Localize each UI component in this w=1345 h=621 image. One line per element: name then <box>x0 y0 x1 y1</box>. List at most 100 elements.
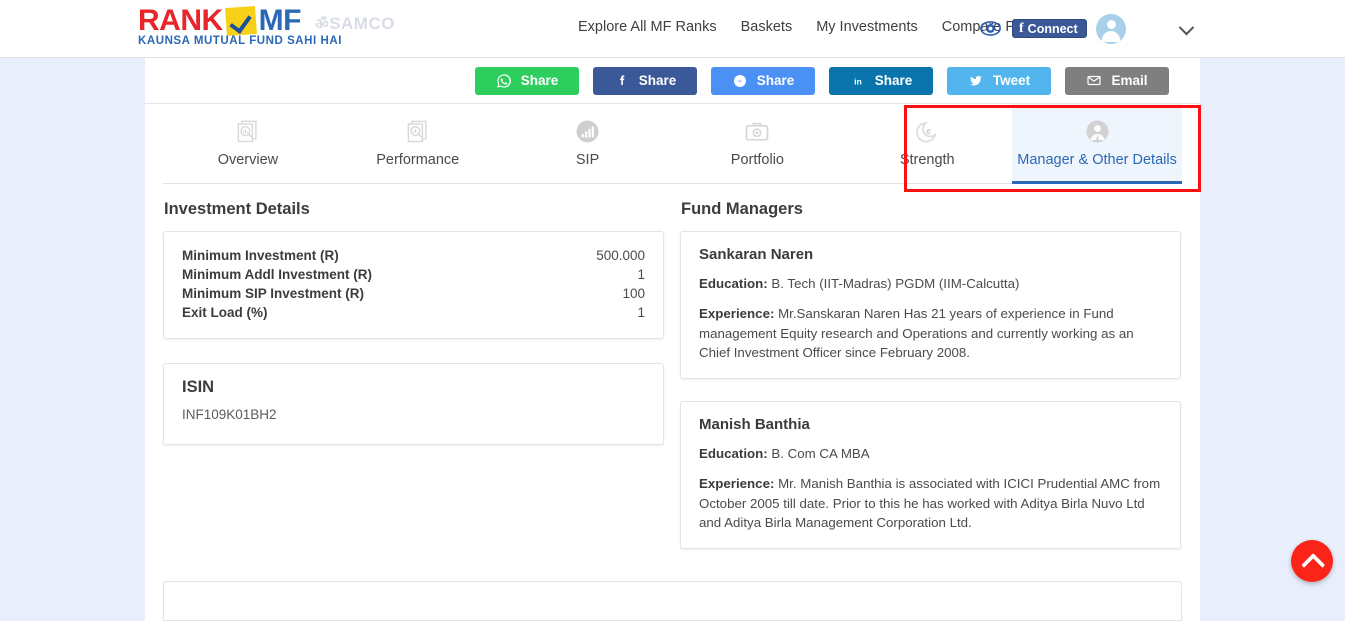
fund-manager-education: Education: B. Com CA MBA <box>699 444 1162 463</box>
experience-label: Experience: <box>699 306 775 322</box>
investment-details-title: Investment Details <box>164 200 310 218</box>
education-value: B. Com CA MBA <box>767 446 870 462</box>
avatar-head-shape <box>1106 20 1116 29</box>
education-value: B. Tech (IIT-Madras) PGDM (IIM-Calcutta) <box>767 276 1020 291</box>
investment-row-minimum-sip-investment: Minimum SIP Investment (R) 100 <box>182 284 645 303</box>
share-button-twitter-label: Tweet <box>992 73 1031 88</box>
tab-portfolio[interactable]: Portfolio <box>672 104 842 183</box>
logo-lockup: RANK MF KAUNSA MUTUAL FUND SAHI HAI <box>138 4 341 47</box>
share-button-messenger[interactable]: Share <box>711 66 815 95</box>
facebook-f-icon: f <box>1019 20 1024 36</box>
fund-managers-column: Fund Managers Sankaran Naren Education: … <box>680 200 1181 571</box>
samco-partner-logo: ॐSAMCO <box>315 14 395 34</box>
document-search-icon <box>231 116 265 146</box>
investment-row-key: Minimum Addl Investment (R) <box>182 267 373 282</box>
tab-manager-and-other-details-label: Manager & Other Details <box>1017 152 1177 168</box>
share-button-facebook[interactable]: Share <box>593 66 697 95</box>
isin-value: INF109K01BH2 <box>182 407 277 422</box>
document-search-icon <box>401 116 435 146</box>
facebook-connect-button[interactable]: f Connect <box>1012 19 1087 38</box>
om-glyph-icon: ॐ <box>315 16 330 33</box>
site-logo[interactable]: RANK MF KAUNSA MUTUAL FUND SAHI HAI ॐSAM… <box>138 4 395 47</box>
logo-tagline: KAUNSA MUTUAL FUND SAHI HAI <box>138 35 342 47</box>
nav-item-baskets[interactable]: Baskets <box>741 19 793 35</box>
bar-chart-circle-icon <box>571 116 605 146</box>
fund-manager-experience: Experience: Mr. Manish Banthia is associ… <box>699 474 1162 532</box>
logo-rank-text: RANK <box>138 4 223 37</box>
investment-row-exit-load: Exit Load (%) 1 <box>182 303 645 322</box>
eye-icon[interactable] <box>980 18 1001 39</box>
tab-strength-label: Strength <box>899 152 955 168</box>
tab-performance[interactable]: Performance <box>333 104 503 183</box>
moon-muscle-icon <box>910 116 944 146</box>
investment-row-value: 1 <box>637 267 645 282</box>
investment-row-value: 100 <box>622 286 645 301</box>
fund-manager-card: Manish Banthia Education: B. Com CA MBA … <box>680 401 1181 550</box>
fund-detail-tabs: Overview Performance SIP Portfolio Stren… <box>163 104 1201 192</box>
main-content-container: Share Share Share in Share Tweet Email O… <box>145 58 1201 621</box>
investment-row-minimum-addl-investment: Minimum Addl Investment (R) 1 <box>182 265 645 284</box>
fund-manager-name: Sankaran Naren <box>699 246 814 263</box>
tab-overview-label: Overview <box>217 152 279 168</box>
education-label: Education: <box>699 276 768 291</box>
education-label: Education: <box>699 446 768 462</box>
top-navigation-bar: RANK MF KAUNSA MUTUAL FUND SAHI HAI ॐSAM… <box>0 0 1345 58</box>
facebook-connect-label: Connect <box>1027 21 1078 36</box>
fund-manager-experience: Experience: Mr.Sanskaran Naren Has 21 ye… <box>699 304 1162 362</box>
share-button-twitter[interactable]: Tweet <box>947 66 1051 95</box>
main-nav-links: Explore All MF Ranks Baskets My Investme… <box>578 19 1046 35</box>
tab-manager-and-other-details[interactable]: Manager & Other Details <box>1012 104 1182 184</box>
tab-sip-label: SIP <box>575 152 600 168</box>
linkedin-in-icon: in <box>850 73 866 89</box>
investment-row-value: 1 <box>637 305 645 320</box>
share-button-email-label: Email <box>1111 73 1148 88</box>
details-body: Investment Details Minimum Investment (R… <box>145 184 1200 571</box>
share-button-linkedin-label: Share <box>874 73 913 88</box>
svg-text:in: in <box>854 76 862 86</box>
share-button-whatsapp[interactable]: Share <box>475 66 579 95</box>
share-button-linkedin[interactable]: in Share <box>829 66 933 95</box>
whatsapp-icon <box>496 73 512 89</box>
tab-sip[interactable]: SIP <box>503 104 673 183</box>
investment-details-column: Investment Details Minimum Investment (R… <box>163 200 664 571</box>
manager-avatar-icon <box>1080 116 1114 146</box>
nav-item-my-investments[interactable]: My Investments <box>816 19 918 35</box>
envelope-icon <box>1086 72 1102 89</box>
investment-row-value: 500.000 <box>596 248 645 263</box>
investment-row-key: Exit Load (%) <box>182 305 268 320</box>
investment-row-key: Minimum Investment (R) <box>182 248 339 263</box>
isin-title: ISIN <box>182 378 215 396</box>
checkmark-icon <box>224 5 257 37</box>
nav-item-explore-all-mf-ranks[interactable]: Explore All MF Ranks <box>578 19 717 35</box>
twitter-bird-icon <box>968 73 984 89</box>
user-avatar-icon[interactable] <box>1096 14 1126 44</box>
investment-row-minimum-investment: Minimum Investment (R) 500.000 <box>182 246 645 265</box>
social-share-bar: Share Share Share in Share Tweet Email <box>145 58 1200 104</box>
tab-performance-label: Performance <box>376 152 460 168</box>
isin-panel: ISIN INF109K01BH2 <box>163 363 664 445</box>
avatar-body-shape <box>1102 31 1120 42</box>
next-section-card-partial <box>163 581 1182 621</box>
investment-row-key: Minimum SIP Investment (R) <box>182 286 365 301</box>
tab-overview[interactable]: Overview <box>163 104 333 183</box>
facebook-f-icon <box>614 73 630 89</box>
investment-details-panel: Minimum Investment (R) 500.000 Minimum A… <box>163 231 664 339</box>
fund-managers-title: Fund Managers <box>681 200 803 218</box>
share-button-whatsapp-label: Share <box>520 73 559 88</box>
page-background: Share Share Share in Share Tweet Email O… <box>0 58 1345 621</box>
experience-label: Experience: <box>699 476 775 492</box>
fund-manager-card: Sankaran Naren Education: B. Tech (IIT-M… <box>680 231 1181 380</box>
tab-portfolio-label: Portfolio <box>730 152 784 168</box>
briefcase-icon <box>740 116 774 146</box>
samco-text: SAMCO <box>329 14 395 33</box>
share-button-email[interactable]: Email <box>1065 66 1169 95</box>
fund-manager-education: Education: B. Tech (IIT-Madras) PGDM (II… <box>699 274 1162 293</box>
scroll-to-top-button[interactable] <box>1291 540 1333 582</box>
logo-mf-text: MF <box>258 4 302 37</box>
chevron-down-icon[interactable] <box>1176 20 1196 40</box>
share-button-messenger-label: Share <box>756 73 795 88</box>
tab-strength[interactable]: Strength <box>842 104 1012 183</box>
share-button-facebook-label: Share <box>638 73 677 88</box>
messenger-icon <box>732 73 748 89</box>
fund-manager-name: Manish Banthia <box>699 416 810 434</box>
